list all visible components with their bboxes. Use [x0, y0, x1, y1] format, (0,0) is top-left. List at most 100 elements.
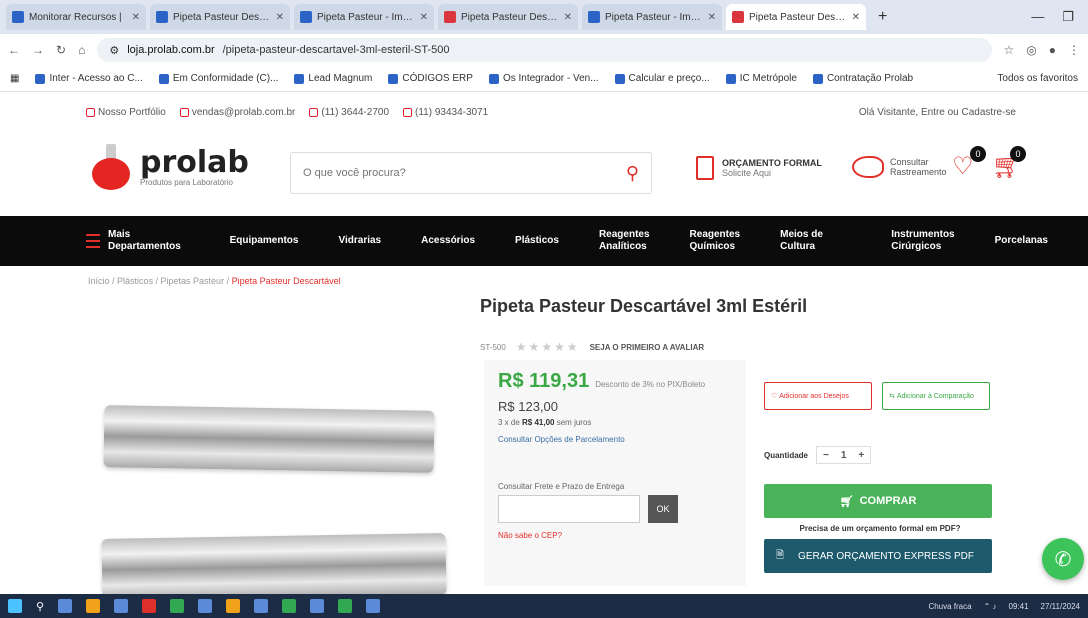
whatsapp-chat-button[interactable]: ✆ [1042, 538, 1084, 580]
taskbar-app-icon[interactable] [310, 599, 325, 613]
pdf-document-icon: 🗎 [776, 549, 785, 561]
browser-tab[interactable]: Monitorar Recursos | ✕ [6, 4, 146, 30]
edge-icon[interactable] [198, 599, 213, 613]
apps-grid-icon[interactable]: ▦ [10, 73, 19, 84]
browser-tab-active[interactable]: Pipeta Pasteur Descartáv ✕ [726, 4, 866, 30]
close-icon[interactable]: ✕ [276, 12, 284, 23]
breadcrumb-path[interactable]: Início / Plásticos / Pipetas Pasteur / [88, 276, 232, 286]
taskbar-app-icon[interactable] [114, 599, 129, 613]
freight-ok-button[interactable]: OK [648, 495, 678, 523]
topstrip-link[interactable]: Nosso Portfólio [86, 107, 166, 118]
bookmark-item[interactable]: IC Metrópole [725, 73, 797, 84]
add-compare-button[interactable]: ⇆ Adicionar à Comparação [882, 382, 990, 410]
cep-help-link[interactable]: Não sabe o CEP? [498, 531, 732, 540]
nav-item[interactable]: Equipamentos [230, 235, 299, 247]
topstrip-link[interactable]: (11) 93434-3071 [403, 107, 488, 118]
bookmark-item[interactable]: Os Integrador - Ven... [488, 73, 599, 84]
tab-title: Pipeta Pasteur Descartáv [461, 11, 559, 23]
cep-input[interactable] [498, 495, 640, 523]
browser-tab[interactable]: Pipeta Pasteur Descartáv ✕ [150, 4, 290, 30]
search-input[interactable] [303, 167, 626, 179]
topstrip-link[interactable]: vendas@prolab.com.br [179, 107, 295, 118]
nav-item[interactable]: Reagentes Químicos [690, 229, 741, 253]
departments-menu[interactable]: Mais Departamentos [86, 229, 194, 253]
formal-quote-title: ORÇAMENTO FORMAL [722, 158, 822, 168]
close-icon[interactable]: ✕ [708, 12, 716, 23]
close-icon[interactable]: ✕ [564, 12, 572, 23]
search-icon[interactable]: ⚲ [36, 600, 44, 613]
bookmark-item[interactable]: Contratação Prolab [812, 73, 913, 84]
taskbar-app-icon[interactable] [254, 599, 269, 613]
decrement-button[interactable]: − [817, 450, 835, 461]
bookmark-favicon-icon [35, 73, 46, 84]
cart-button[interactable]: 🛒︎ 0 [992, 146, 1026, 182]
close-icon[interactable]: ✕ [852, 12, 860, 23]
wishlist-count-badge: 0 [970, 146, 986, 162]
bookmark-item[interactable]: Lead Magnum [294, 73, 372, 84]
tab-title: Pipeta Pasteur Descartáv [173, 11, 271, 23]
task-view-icon[interactable] [58, 599, 73, 613]
taskbar-app-icon[interactable] [338, 599, 353, 613]
installments-options-link[interactable]: Consultar Opções de Parcelamento [498, 435, 732, 444]
bookmark-item[interactable]: CÓDIGOS ERP [388, 73, 473, 84]
close-icon[interactable]: ✕ [132, 12, 140, 23]
back-icon[interactable]: ← [8, 43, 20, 57]
express-pdf-button[interactable]: 🗎 GERAR ORÇAMENTO EXPRESS PDF [764, 539, 992, 573]
maximize-icon[interactable]: ❐ [1062, 9, 1074, 25]
wishlist-button[interactable]: ♡ 0 [952, 146, 986, 182]
taskbar-app-icon[interactable] [142, 599, 157, 613]
site-info-icon[interactable]: ⚙ [109, 44, 119, 57]
taskbar-app-icon[interactable] [282, 599, 297, 613]
buy-button[interactable]: 🛒︎ COMPRAR [764, 484, 992, 518]
nav-item[interactable]: Vidrarias [338, 235, 381, 247]
minimize-icon[interactable]: — [1031, 9, 1044, 25]
nav-item[interactable]: Plásticos [515, 235, 559, 247]
review-link[interactable]: SEJA O PRIMEIRO A AVALIAR [590, 343, 705, 352]
start-icon[interactable] [8, 599, 22, 613]
increment-button[interactable]: + [852, 450, 870, 461]
product-image[interactable] [101, 533, 447, 601]
tray-icons[interactable]: ⌃ ♪ [984, 602, 997, 611]
weather-widget[interactable]: Chuva fraca [928, 602, 971, 611]
product-image[interactable] [103, 405, 435, 473]
quantity-stepper[interactable]: − 1 + [816, 446, 872, 464]
file-explorer-icon[interactable] [86, 599, 101, 613]
breadcrumb-current: Pipeta Pasteur Descartável [231, 276, 341, 286]
taskbar-app-icon[interactable] [366, 599, 381, 613]
bookmark-item[interactable]: Calcular e preço... [614, 73, 710, 84]
bookmark-item[interactable]: Em Conformidade (C)... [158, 73, 278, 84]
quantity-value[interactable]: 1 [835, 450, 853, 461]
nav-item[interactable]: Reagentes Analíticos [599, 229, 650, 253]
site-logo[interactable]: prolab Produtos para Laboratório [88, 144, 249, 190]
bookmark-star-icon[interactable]: ☆ [1004, 43, 1015, 57]
taskbar-app-icon[interactable] [170, 599, 185, 613]
add-wishlist-button[interactable]: ♡ Adicionar aos Desejos [764, 382, 872, 410]
browser-tab[interactable]: Pipeta Pasteur - ImClean ✕ [294, 4, 434, 30]
close-icon[interactable]: ✕ [420, 12, 428, 23]
search-icon[interactable]: ⚲ [626, 163, 639, 184]
login-link[interactable]: Olá Visitante, Entre ou Cadastre-se [859, 107, 1088, 118]
nav-item[interactable]: Meios de Cultura [780, 229, 851, 253]
new-tab-button[interactable]: + [870, 8, 895, 26]
browser-tab[interactable]: Pipeta Pasteur Descartáv ✕ [438, 4, 578, 30]
reload-icon[interactable]: ↻ [56, 43, 66, 57]
url-path: /pipeta-pasteur-descartavel-3ml-esteril-… [222, 44, 450, 56]
topstrip-link[interactable]: (11) 3644-2700 [309, 107, 389, 118]
menu-kebab-icon[interactable]: ⋮ [1068, 43, 1080, 57]
tracking-link[interactable]: Consultar Rastreamento [852, 156, 947, 178]
nav-item[interactable]: Acessórios [421, 235, 475, 247]
clock[interactable]: 09:41 [1009, 602, 1029, 611]
nav-item[interactable]: Porcelanas [995, 235, 1048, 247]
bookmark-item[interactable]: Inter - Acesso ao C... [35, 73, 143, 84]
formal-quote-link[interactable]: ORÇAMENTO FORMAL Solicite Aqui [696, 156, 822, 180]
bookmark-item-all[interactable]: Todos os favoritos [997, 73, 1078, 84]
date[interactable]: 27/11/2024 [1041, 602, 1080, 611]
url-field[interactable]: ⚙ loja.prolab.com.br/pipeta-pasteur-desc… [97, 38, 992, 62]
chrome-icon[interactable] [226, 599, 241, 613]
browser-tab[interactable]: Pipeta Pasteur - ImClean ✕ [582, 4, 722, 30]
extensions-icon[interactable]: ◎ [1026, 43, 1036, 57]
home-icon[interactable]: ⌂ [78, 43, 85, 57]
profile-icon[interactable]: ● [1049, 43, 1056, 57]
forward-icon[interactable]: → [32, 43, 44, 57]
nav-item[interactable]: Instrumentos Cirúrgicos [891, 229, 954, 253]
